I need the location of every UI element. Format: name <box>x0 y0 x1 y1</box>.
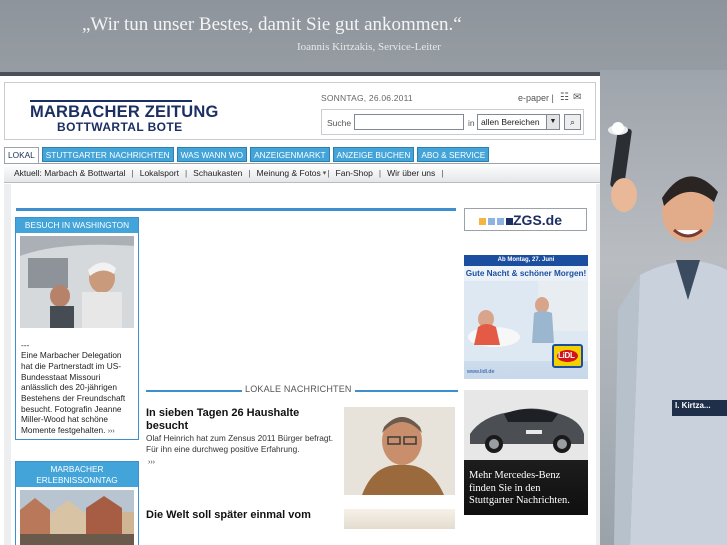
lidl-logo: LiDL <box>552 344 583 368</box>
lidl-logo-text: LiDL <box>558 351 575 360</box>
search-in-label: in <box>468 118 475 128</box>
mercedes-car-illustration <box>464 390 588 460</box>
tab-lokal[interactable]: Lokal <box>4 147 39 164</box>
banner-quote: „Wir tun unser Bestes, damit Sie gut ank… <box>82 14 462 35</box>
hero-illustration <box>608 122 727 545</box>
mail-icon[interactable]: ✉ <box>573 92 581 103</box>
page-frame: MARBACHER ZEITUNG BOTTWARTAL BOTE SONNTA… <box>0 72 600 545</box>
news-article[interactable]: Die Welt soll später einmal vom <box>146 509 456 529</box>
ad-mercedes[interactable]: Mehr Mercedes-Benz finden Sie in den Stu… <box>464 390 588 515</box>
main-content: Besuch in Washington --- Eine Marbacher … <box>11 184 596 545</box>
subnav-item-fan-shop[interactable]: Fan-Shop <box>336 168 373 178</box>
portrait-illustration <box>344 407 455 495</box>
zgs-logo-text: ZGS.de <box>513 212 563 228</box>
subnav-separator: | <box>327 168 330 178</box>
subnav-item-meinung-fotos[interactable]: Meinung & Fotos <box>257 168 321 178</box>
article-photo[interactable] <box>344 407 455 495</box>
teaser-box-washington[interactable]: Besuch in Washington --- Eine Marbacher … <box>15 217 139 440</box>
magnifier-icon: ⌕ <box>569 117 576 127</box>
search-scope-value: allen Bereichen <box>481 117 540 127</box>
sitemap-icon[interactable]: ☷ <box>560 92 569 103</box>
tab-stuttgarter-nachrichten[interactable]: Stuttgarter Nachrichten <box>41 147 174 162</box>
teaser-text: --- Eine Marbacher Delegation hat die Pa… <box>16 328 138 438</box>
article-title[interactable]: Die Welt soll später einmal vom <box>146 509 336 522</box>
ad-lidl[interactable]: Ab Montag, 27. Juni Gute Nacht & schöner… <box>464 255 588 379</box>
search-input[interactable] <box>354 114 464 130</box>
subnav-separator: | <box>184 168 188 178</box>
more-link-icon[interactable]: ››› <box>108 428 115 435</box>
hero-image: I. Kirtza... <box>600 70 727 545</box>
article-photo[interactable] <box>344 509 455 529</box>
more-link-icon[interactable]: ››› <box>148 457 338 468</box>
article-teaser: Olaf Heinrich hat zum Zensus 2011 Bürger… <box>146 433 338 468</box>
subnav-separator: | <box>378 168 382 178</box>
teaser-prefix: --- <box>21 339 30 350</box>
zgs-square-icon <box>506 218 513 225</box>
subnav-separator: | <box>131 168 134 178</box>
logo-rule <box>30 100 192 102</box>
subnav-separator: | <box>248 168 251 178</box>
main-tabs: Lokal Stuttgarter Nachrichten Was wann w… <box>4 147 490 164</box>
car-photo-illustration <box>20 235 134 328</box>
banner-quote-author: Ioannis Kirtzakis, Service-Leiter <box>297 41 441 53</box>
news-section-label: Lokale Nachrichten <box>242 384 355 394</box>
teaser-body: Eine Marbacher Delegation hat die Partne… <box>21 350 126 436</box>
subnav-item-aktuell[interactable]: Aktuell: Marbach & Bottwartal <box>14 168 126 178</box>
article-title[interactable]: In sieben Tagen 26 Haushalte besucht <box>146 407 336 432</box>
news-article[interactable]: In sieben Tagen 26 Haushalte besucht Ola… <box>146 407 456 495</box>
ad-zgs[interactable]: ZGS.de <box>464 208 587 231</box>
sub-navigation: Aktuell: Marbach & Bottwartal | Lokalspo… <box>4 163 600 183</box>
zgs-square-icon <box>488 218 495 225</box>
lidl-ad-url: www.lidl.de <box>467 369 495 375</box>
article-teaser-text: Olaf Heinrich hat zum Zensus 2011 Bürger… <box>146 433 334 454</box>
mercedes-ad-text: Mehr Mercedes-Benz finden Sie in den Stu… <box>469 470 570 507</box>
subnav-separator: | <box>441 168 444 178</box>
search-scope-select[interactable]: allen Bereichen ▼ <box>477 114 560 130</box>
teaser-box-erlebnissonntag[interactable]: Marbacher Erlebnissonntag <box>15 461 139 545</box>
tab-abo-service[interactable]: Abo & Service <box>417 147 490 162</box>
zgs-square-icon <box>497 218 504 225</box>
search-bar: Suche in allen Bereichen ▼ ⌕ <box>321 109 584 135</box>
teaser-box-title[interactable]: Marbacher Erlebnissonntag <box>16 462 138 487</box>
site-logo-subtitle[interactable]: BOTTWARTAL BOTE <box>57 120 183 134</box>
subnav-item-lokalsport[interactable]: Lokalsport <box>140 168 179 178</box>
current-date: SONNTAG, 26.06.2011 <box>321 93 413 103</box>
town-photo-illustration <box>20 490 134 545</box>
search-label: Suche <box>327 118 352 128</box>
site-header: MARBACHER ZEITUNG BOTTWARTAL BOTE SONNTA… <box>4 82 596 140</box>
subnav-item-schaukasten[interactable]: Schaukasten <box>193 168 242 178</box>
subnav-item-wir-ueber-uns[interactable]: Wir über uns <box>387 168 435 178</box>
teaser-photo-erlebnissonntag[interactable] <box>20 490 134 545</box>
dropdown-arrow-icon[interactable]: ▼ <box>546 115 559 129</box>
tab-was-wann-wo[interactable]: Was wann wo <box>176 147 248 162</box>
lidl-ad-date: Ab Montag, 27. Juni <box>464 255 588 266</box>
tab-anzeigenmarkt[interactable]: Anzeigenmarkt <box>250 147 330 162</box>
search-button[interactable]: ⌕ <box>564 114 581 130</box>
news-section-header: Lokale Nachrichten <box>146 384 458 396</box>
chevron-down-icon[interactable]: ▾ <box>323 169 327 177</box>
teaser-box-title[interactable]: Besuch in Washington <box>16 218 138 233</box>
name-badge: I. Kirtza... <box>675 401 711 410</box>
zgs-square-icon <box>479 218 486 225</box>
epaper-link[interactable]: e-paper | <box>518 93 554 103</box>
teaser-photo-washington[interactable] <box>20 235 134 328</box>
tab-anzeige-buchen[interactable]: Anzeige buchen <box>332 147 415 162</box>
lidl-ad-headline: Gute Nacht & schöner Morgen! <box>465 269 587 278</box>
top-rule <box>16 208 456 211</box>
